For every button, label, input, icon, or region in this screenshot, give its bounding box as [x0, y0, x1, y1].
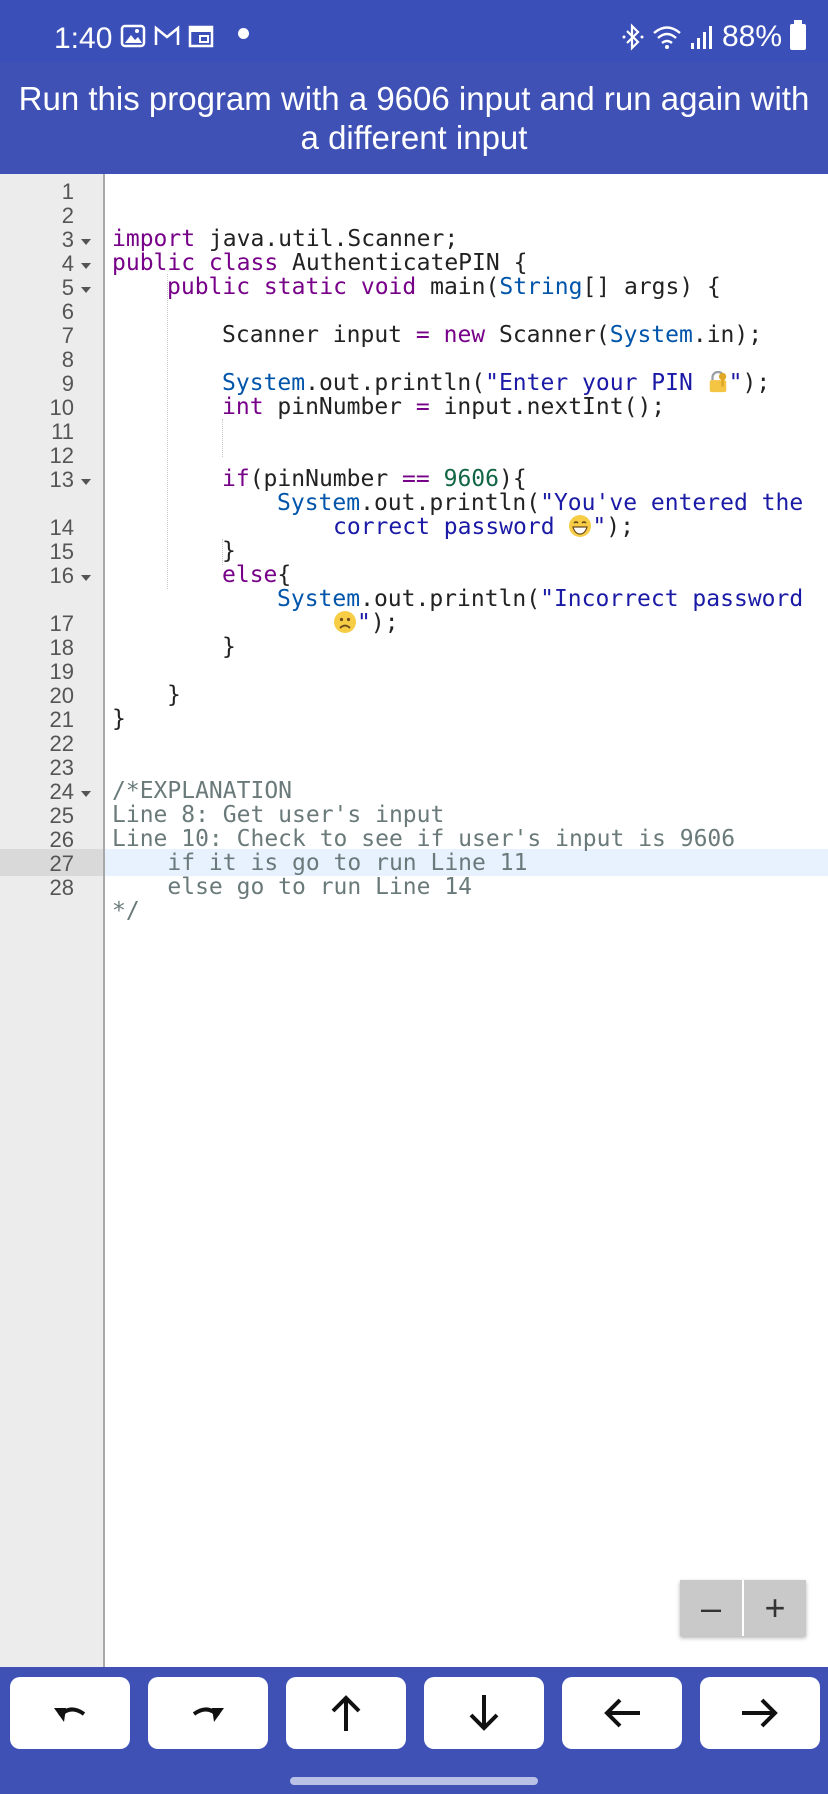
code-line: } [222, 634, 236, 660]
code-line-wrap: "); [333, 610, 399, 637]
code-line: } [112, 706, 126, 732]
arrow-down-icon [469, 1695, 499, 1731]
fold-arrow-icon[interactable] [81, 239, 91, 245]
gallery-icon [120, 24, 146, 48]
line-number: 27 [49, 851, 74, 876]
gmail-icon [154, 25, 180, 45]
code-line: Scanner input = new Scanner(System.in); [222, 322, 763, 348]
wifi-icon [653, 26, 681, 49]
line-number: 6 [61, 299, 74, 324]
fold-arrow-icon[interactable] [81, 575, 91, 581]
line-number: 16 [49, 563, 74, 588]
redo-button[interactable] [148, 1677, 268, 1749]
line-number: 5 [61, 275, 74, 300]
move-up-button[interactable] [286, 1677, 406, 1749]
line-number: 21 [49, 707, 74, 732]
code-editor[interactable]: 1 2 3 4 5 6 7 8 9 10 11 12 13 14 15 16 1… [0, 174, 828, 1667]
code-line: if(pinNumber == 9606){ [222, 466, 527, 492]
page-title: Run this program with a 9606 input and r… [18, 80, 810, 156]
code-line: int pinNumber = input.nextInt(); [222, 394, 666, 420]
line-number: 17 [49, 611, 74, 636]
line-number: 9 [61, 371, 74, 396]
line-number: 1 [61, 179, 74, 204]
home-indicator[interactable] [290, 1777, 538, 1785]
code-line: System.out.println("Enter your PIN "); [222, 370, 771, 396]
undo-button[interactable] [10, 1677, 130, 1749]
line-number: 19 [49, 659, 74, 684]
line-number: 4 [61, 251, 74, 276]
notification-icons [120, 24, 214, 48]
line-number: 26 [49, 827, 74, 852]
comment-line: Line 10: Check to see if user's input is… [112, 826, 736, 852]
grinning-face-icon [569, 515, 592, 537]
indent-guide [222, 419, 223, 457]
status-time: 1:40 [54, 22, 113, 55]
line-number: 13 [49, 467, 74, 492]
line-number: 10 [49, 395, 74, 420]
line-number: 24 [49, 779, 74, 804]
zoom-controls: – + [680, 1580, 806, 1636]
code-line: import java.util.Scanner; [112, 226, 459, 252]
bluetooth-icon [622, 23, 644, 51]
undo-icon [54, 1707, 86, 1722]
line-number: 8 [61, 347, 74, 372]
line-number: 15 [49, 539, 74, 564]
line-number: 23 [49, 755, 74, 780]
line-number: 7 [61, 323, 74, 348]
comment-line: */ [112, 898, 140, 924]
line-number: 3 [61, 227, 74, 252]
line-number: 20 [49, 683, 74, 708]
line-number: 12 [49, 443, 74, 468]
code-line-wrap: correct password "); [333, 514, 634, 540]
line-number: 22 [49, 731, 74, 756]
code-line: else{ [222, 562, 292, 588]
fold-arrow-icon[interactable] [81, 263, 91, 269]
frowning-face-icon [334, 611, 356, 633]
lock-key-icon [709, 371, 726, 393]
move-down-button[interactable] [424, 1677, 544, 1749]
battery-icon [790, 20, 806, 50]
zoom-out-button[interactable]: – [680, 1580, 742, 1636]
comment-line: Line 8: Get user's input [112, 802, 445, 828]
cursor-right-button[interactable] [700, 1677, 820, 1749]
task-header: Run this program with a 9606 input and r… [0, 62, 828, 174]
calendar-icon [188, 25, 214, 48]
cursor-left-button[interactable] [562, 1677, 682, 1749]
line-number: 11 [51, 419, 74, 444]
fold-arrow-icon[interactable] [81, 287, 91, 293]
indent-guide [167, 274, 168, 589]
arrow-up-icon [331, 1695, 361, 1731]
status-right: 88% [622, 20, 806, 54]
code-line: System.out.println("You've entered the [277, 490, 804, 516]
code-line: } [222, 538, 236, 564]
editor-toolbar [0, 1667, 828, 1794]
comment-line: else go to run Line 14 [112, 874, 473, 900]
line-number: 25 [49, 803, 74, 828]
signal-icon [690, 26, 712, 49]
zoom-in-button[interactable]: + [744, 1580, 806, 1636]
line-number: 28 [49, 875, 74, 900]
arrow-left-icon [604, 1698, 640, 1728]
code-line: } [167, 682, 181, 708]
comment-line: /*EXPLANATION [112, 778, 293, 804]
fold-arrow-icon[interactable] [81, 479, 91, 485]
code-line: public static void main(String[] args) { [167, 274, 721, 300]
redo-icon [192, 1707, 224, 1722]
arrow-right-icon [742, 1698, 778, 1728]
code-line: System.out.println("Incorrect password [277, 586, 804, 612]
line-number: 2 [61, 203, 74, 228]
comment-line: if it is go to run Line 11 [112, 850, 528, 876]
line-number: 18 [49, 635, 74, 660]
notification-dot [238, 28, 249, 39]
status-bar: 1:40 88% [0, 0, 828, 62]
code-line: public class AuthenticatePIN { [112, 250, 528, 276]
battery-percent: 88% [721, 20, 782, 53]
fold-arrow-icon[interactable] [81, 791, 91, 797]
line-number: 14 [49, 515, 74, 540]
